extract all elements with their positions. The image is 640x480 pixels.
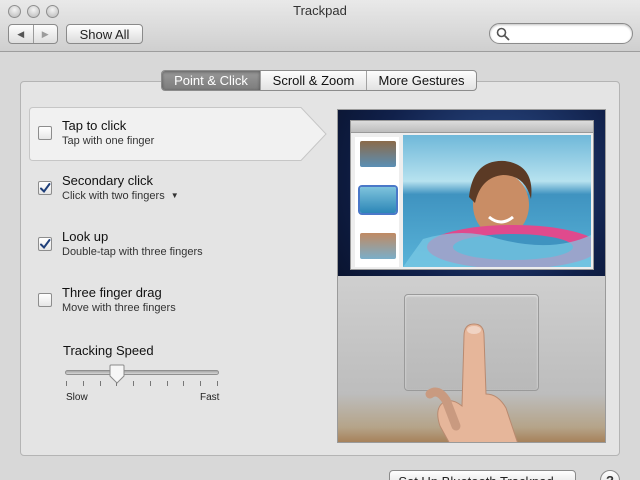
tab-point-and-click[interactable]: Point & Click [162, 71, 260, 90]
tracking-speed-slider[interactable] [65, 370, 219, 375]
preview-app-toolbar [351, 121, 593, 133]
preview-screen [338, 110, 605, 276]
window-title: Trackpad [293, 3, 347, 18]
gesture-preview-video [337, 109, 606, 443]
preview-thumbnail [360, 187, 396, 213]
option-subtitle: Double-tap with three fingers [62, 246, 203, 258]
slider-tick [217, 381, 218, 386]
tab-more-gestures[interactable]: More Gestures [366, 71, 476, 90]
slider-tick [83, 381, 84, 386]
slider-tick [183, 381, 184, 386]
option-subtitle: Click with two fingers [62, 190, 165, 202]
slider-tick [100, 381, 101, 386]
look-up-checkbox[interactable] [38, 237, 52, 251]
back-button[interactable]: ◀ [9, 25, 33, 43]
checkmark-icon [40, 239, 51, 250]
tab-bar: Point & Click Scroll & Zoom More Gesture… [161, 70, 477, 91]
show-all-button[interactable]: Show All [66, 24, 143, 44]
preview-app-window [350, 120, 594, 270]
title-bar: Trackpad ◀ ▶ Show All [0, 0, 640, 52]
hand-icon [425, 323, 518, 442]
tracking-speed-label: Tracking Speed [63, 343, 154, 358]
option-subtitle: Tap with one finger [62, 135, 155, 147]
secondary-click-checkbox[interactable] [38, 181, 52, 195]
three-finger-drag-checkbox[interactable] [38, 293, 52, 307]
secondary-click-dropdown[interactable]: Click with two fingers ▼ [62, 190, 179, 202]
option-title: Three finger drag [62, 285, 162, 300]
slider-tick [167, 381, 168, 386]
selected-option-highlight [29, 107, 327, 161]
dropdown-arrow-icon: ▼ [170, 191, 179, 200]
slider-min-label: Slow [66, 392, 88, 403]
preview-laptop-base [338, 276, 605, 442]
setup-bluetooth-trackpad-button[interactable]: Set Up Bluetooth Trackpad… [389, 470, 576, 480]
slider-knob[interactable] [109, 364, 125, 384]
preview-photo [403, 135, 591, 267]
tap-to-click-checkbox[interactable] [38, 126, 52, 140]
search-field[interactable] [489, 23, 633, 44]
slider-tick [150, 381, 151, 386]
option-title: Look up [62, 229, 109, 244]
option-title: Tap to click [62, 118, 127, 133]
forward-button[interactable]: ▶ [32, 25, 58, 43]
search-icon [496, 27, 510, 41]
preview-sidebar [355, 137, 399, 267]
option-subtitle: Move with three fingers [62, 302, 176, 314]
tab-scroll-and-zoom[interactable]: Scroll & Zoom [260, 71, 366, 90]
preview-thumbnail [360, 141, 396, 167]
child-in-pool-image [403, 160, 591, 267]
back-forward-control[interactable]: ◀ ▶ [8, 24, 58, 44]
slider-tick [66, 381, 67, 386]
slider-tick [133, 381, 134, 386]
option-title: Secondary click [62, 173, 154, 188]
slider-tick [200, 381, 201, 386]
checkmark-icon [40, 183, 51, 194]
preview-thumbnail [360, 233, 396, 259]
slider-max-label: Fast [200, 392, 220, 403]
help-button[interactable]: ? [600, 470, 620, 480]
slider-ticks [66, 381, 218, 387]
